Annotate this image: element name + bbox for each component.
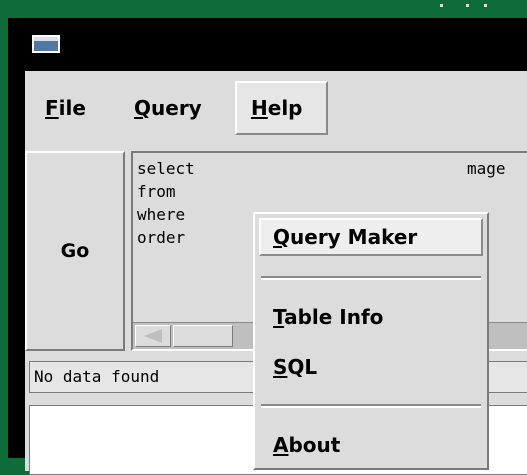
menu-item-about-mnemonic: A [273, 433, 289, 457]
menu-item-table-info[interactable]: Table Info [259, 298, 483, 336]
help-dropdown-menu: Query Maker Table Info SQL About [253, 212, 489, 470]
menu-bar: File Query Help [25, 71, 527, 147]
menu-item-about-label: bout [288, 433, 341, 457]
menu-query[interactable]: Query [124, 81, 212, 135]
menu-item-query-maker-label: uery Maker [290, 225, 418, 249]
menu-query-mnemonic: Q [134, 96, 152, 120]
menu-item-table-info-mnemonic: T [273, 305, 285, 329]
menu-item-query-maker[interactable]: Query Maker [259, 218, 483, 256]
scroll-thumb[interactable] [173, 325, 233, 347]
menu-item-table-info-label: able Info [284, 305, 384, 329]
menu-separator [261, 276, 481, 280]
menu-item-sql[interactable]: SQL [259, 348, 483, 386]
menu-separator [261, 404, 481, 408]
query-text[interactable]: select from where order [137, 157, 195, 249]
menu-file-mnemonic: F [45, 96, 59, 120]
menu-item-sql-mnemonic: S [273, 355, 288, 379]
app-body: File Query Help Go select from where ord… [25, 71, 527, 475]
menu-file-rest: ile [58, 96, 86, 120]
title-bar[interactable] [8, 18, 527, 70]
menu-help-mnemonic: H [251, 96, 268, 120]
menu-item-about[interactable]: About [259, 426, 483, 464]
app-window: File Query Help Go select from where ord… [8, 18, 527, 475]
menu-query-rest: uery [151, 96, 202, 120]
query-text-tail: mage [467, 159, 506, 178]
menu-file[interactable]: File [35, 81, 96, 135]
desktop-dots [440, 4, 520, 10]
scroll-left-arrow-icon[interactable] [135, 325, 171, 347]
window-icon[interactable] [32, 35, 60, 53]
menu-item-query-maker-mnemonic: Q [273, 225, 291, 249]
menu-help-rest: elp [267, 96, 303, 120]
menu-help[interactable]: Help [235, 81, 328, 135]
go-button[interactable]: Go [25, 151, 125, 351]
menu-item-sql-label: QL [287, 355, 318, 379]
